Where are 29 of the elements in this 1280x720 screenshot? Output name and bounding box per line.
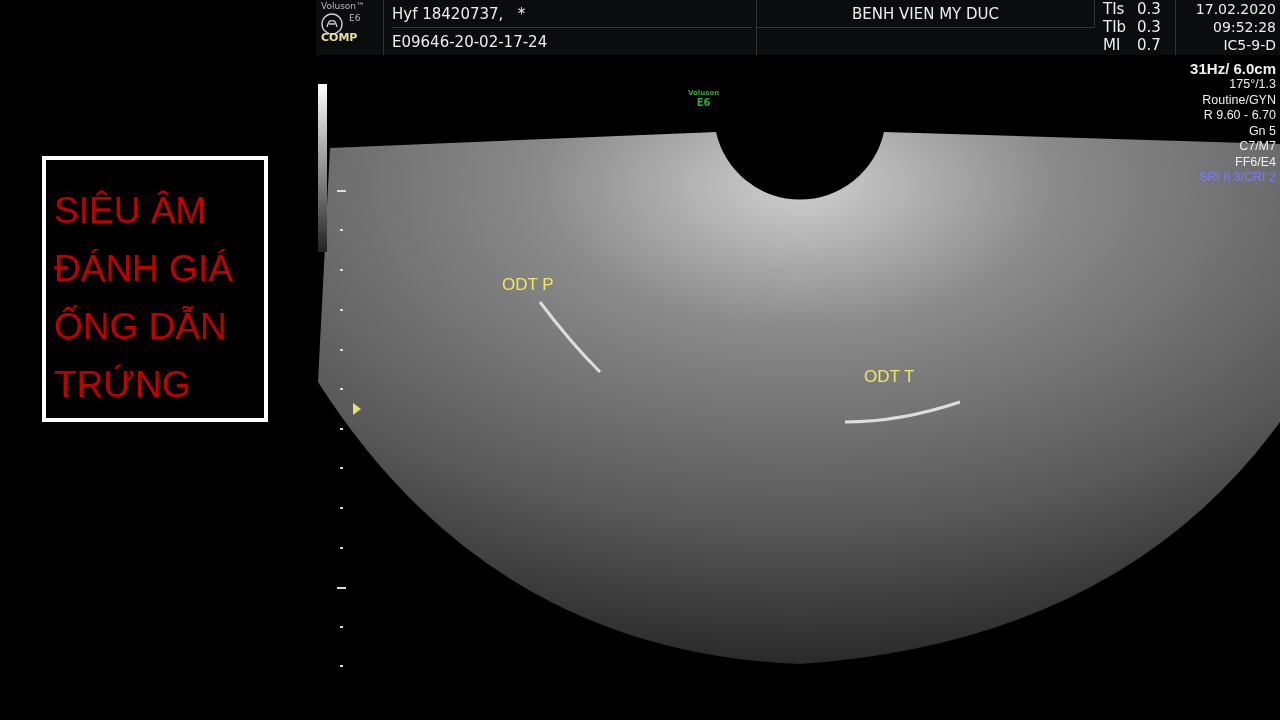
annotation-label: ODT T [864,367,915,387]
logo-icon [321,13,343,35]
mode-label: COMP [321,32,359,43]
time: 09:52:28 [1213,18,1276,36]
exam-id: E09646-20-02-17-24 [392,31,549,53]
index-value: 0.7 [1137,36,1161,54]
hospital-name: BENH VIEN MY DUC [851,5,1000,23]
scan-parameter: FF6/E4 [1235,154,1276,170]
scan-parameter: Gn 5 [1248,123,1276,139]
annotation-label: ODT P [502,275,554,295]
watermark-model: E6 [696,98,711,108]
scan-parameter: SRI II 3/CRI 2 [1198,170,1276,186]
scan-parameter: Routine/GYN [1202,92,1276,108]
scan-parameter: 31Hz/ 6.0cm [1190,60,1276,77]
scan-parameter: 175°/1.3 [1229,77,1276,93]
date: 17.02.2020 [1195,0,1276,18]
scan-parameter: R 9.60 - 6.70 [1203,108,1276,124]
index-label: TIs [1103,0,1126,18]
index-value: 0.3 [1137,0,1161,18]
index-label: MI [1103,36,1122,54]
index-value: 0.3 [1137,18,1161,36]
brand-label: Voluson™ [321,1,367,11]
focus-marker-icon [353,403,361,415]
model-label: E6 [349,13,361,23]
patient-name: Hyf 18420737, * [392,0,752,28]
title: SIÊU ÂM ĐÁNH GIÁ ỐNG DẪN TRỨNG [54,189,234,407]
probe-name: IC5-9-D [1223,36,1276,54]
index-label: TIb [1103,18,1128,36]
scan-parameter: C7/M7 [1239,139,1276,155]
